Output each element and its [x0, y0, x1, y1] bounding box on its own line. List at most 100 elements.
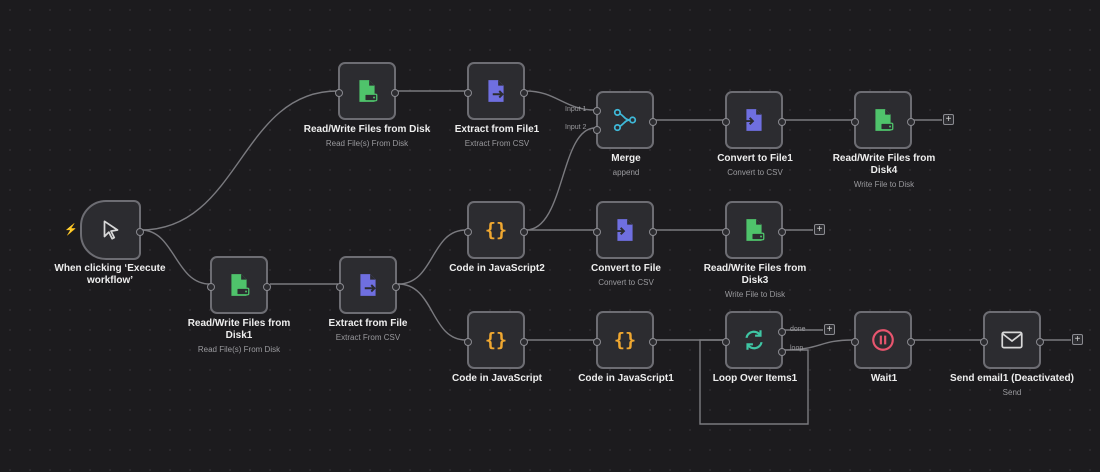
add-node-button[interactable]: + — [814, 224, 825, 235]
connections-layer — [140, 90, 1071, 425]
node-extract-from-file1[interactable] — [464, 62, 528, 120]
file-disk-icon — [875, 109, 894, 131]
node-title: Read/Write Files from Disk4 — [832, 153, 936, 176]
input-handle[interactable] — [207, 283, 215, 291]
input-handle[interactable] — [336, 283, 344, 291]
file-convert-icon — [614, 219, 633, 241]
output-handle[interactable] — [520, 89, 528, 97]
input-handle[interactable] — [464, 338, 472, 346]
node-code-javascript1[interactable]: {} — [593, 311, 657, 369]
node-label: Code in JavaScript2 — [432, 263, 562, 275]
input-handle[interactable] — [464, 228, 472, 236]
node-title: Convert to File — [590, 263, 661, 274]
file-extract-icon — [360, 274, 376, 296]
output-handle[interactable] — [136, 228, 144, 236]
node-subtitle: Convert to CSV — [727, 168, 783, 177]
node-title: Send email1 (Deactivated) — [950, 373, 1074, 384]
input-handle[interactable] — [851, 338, 859, 346]
input-handle[interactable] — [464, 89, 472, 97]
node-send-email1[interactable] — [980, 311, 1044, 369]
node-label: Read/Write Files from Disk4 Write File t… — [819, 153, 949, 190]
node-read-write-disk1[interactable] — [207, 256, 271, 314]
node-label: Read/Write Files from Disk3 Write File t… — [690, 263, 820, 300]
node-loop-over-items1[interactable] — [722, 311, 786, 369]
workflow-canvas[interactable]: ⚡ When clicking ‘Execute workflow’ Read/… — [0, 0, 1100, 472]
loop-output-handle[interactable] — [778, 348, 786, 356]
output-handle[interactable] — [778, 118, 786, 126]
add-node-button[interactable]: + — [943, 114, 954, 125]
loop-refresh-icon — [745, 330, 763, 350]
node-subtitle: Write File to Disk — [853, 180, 915, 189]
node-manual-trigger[interactable] — [80, 200, 144, 260]
input-handle[interactable] — [980, 338, 988, 346]
input-handle[interactable] — [722, 338, 730, 346]
node-title: Read/Write Files from Disk1 — [187, 318, 291, 341]
input-handle[interactable] — [722, 228, 730, 236]
svg-text:{}: {} — [614, 331, 636, 352]
input-1-handle[interactable] — [593, 107, 601, 115]
pause-circle-icon — [872, 329, 894, 351]
output-handle[interactable] — [649, 338, 657, 346]
done-output-handle[interactable] — [778, 328, 786, 336]
merge-input-1-label: Input 1 — [565, 106, 587, 113]
node-title: When clicking ‘Execute workflow’ — [54, 263, 166, 286]
node-convert-to-file[interactable] — [593, 201, 657, 259]
code-braces-icon: {} — [485, 221, 507, 242]
node-label: When clicking ‘Execute workflow’ — [45, 263, 175, 287]
node-subtitle: Extract From CSV — [464, 139, 530, 148]
node-label: Read/Write Files from Disk1 Read File(s)… — [174, 318, 304, 355]
node-read-write-disk4[interactable] — [851, 91, 915, 149]
input-handle[interactable] — [593, 338, 601, 346]
node-extract-from-file[interactable] — [336, 256, 400, 314]
input-handle[interactable] — [851, 118, 859, 126]
trigger-bolt-icon: ⚡ — [64, 224, 78, 236]
output-handle[interactable] — [907, 118, 915, 126]
output-handle[interactable] — [778, 228, 786, 236]
node-title: Convert to File1 — [717, 153, 793, 164]
node-wait1[interactable] — [851, 311, 915, 369]
node-label: Loop Over Items1 — [690, 373, 820, 385]
node-title: Code in JavaScript1 — [578, 373, 674, 384]
node-title: Wait1 — [870, 373, 898, 384]
output-handle[interactable] — [1036, 338, 1044, 346]
node-title: Read/Write Files from Disk3 — [703, 263, 807, 286]
node-label: Convert to File1 Convert to CSV — [690, 153, 820, 178]
output-handle[interactable] — [520, 228, 528, 236]
input-handle[interactable] — [722, 118, 730, 126]
add-node-button[interactable]: + — [824, 324, 835, 335]
input-handle[interactable] — [335, 89, 343, 97]
output-handle[interactable] — [391, 89, 399, 97]
node-subtitle: Convert to CSV — [598, 278, 654, 287]
input-2-handle[interactable] — [593, 126, 601, 134]
code-braces-icon: {} — [485, 331, 507, 352]
input-handle[interactable] — [593, 228, 601, 236]
output-handle[interactable] — [520, 338, 528, 346]
node-label: Convert to File Convert to CSV — [561, 263, 691, 288]
output-handle[interactable] — [907, 338, 915, 346]
node-label: Send email1 (Deactivated) Send — [947, 373, 1077, 398]
output-handle[interactable] — [263, 283, 271, 291]
node-title: Extract from File1 — [454, 124, 540, 135]
node-label: Extract from File Extract From CSV — [303, 318, 433, 343]
merge-icon — [613, 108, 637, 132]
node-label: Read/Write Files from Disk Read File(s) … — [302, 124, 432, 149]
node-read-write-disk3[interactable] — [722, 201, 786, 259]
add-node-button[interactable]: + — [1072, 334, 1083, 345]
node-read-write-disk[interactable] — [335, 62, 399, 120]
edge-extract-code2 — [397, 229, 467, 285]
edge-trigger-rwdisk — [140, 90, 338, 231]
file-convert-icon — [743, 109, 762, 131]
file-disk-icon — [359, 80, 378, 102]
node-label: Code in JavaScript1 — [561, 373, 691, 385]
node-subtitle: append — [612, 168, 640, 177]
node-code-javascript2[interactable]: {} — [464, 201, 528, 259]
node-subtitle: Write File to Disk — [724, 290, 786, 299]
node-title: Code in JavaScript2 — [449, 263, 545, 274]
output-handle[interactable] — [649, 228, 657, 236]
node-label: Wait1 — [819, 373, 949, 385]
node-merge[interactable] — [593, 91, 657, 149]
output-handle[interactable] — [392, 283, 400, 291]
output-handle[interactable] — [649, 118, 657, 126]
node-code-javascript[interactable]: {} — [464, 311, 528, 369]
node-convert-to-file1[interactable] — [722, 91, 786, 149]
